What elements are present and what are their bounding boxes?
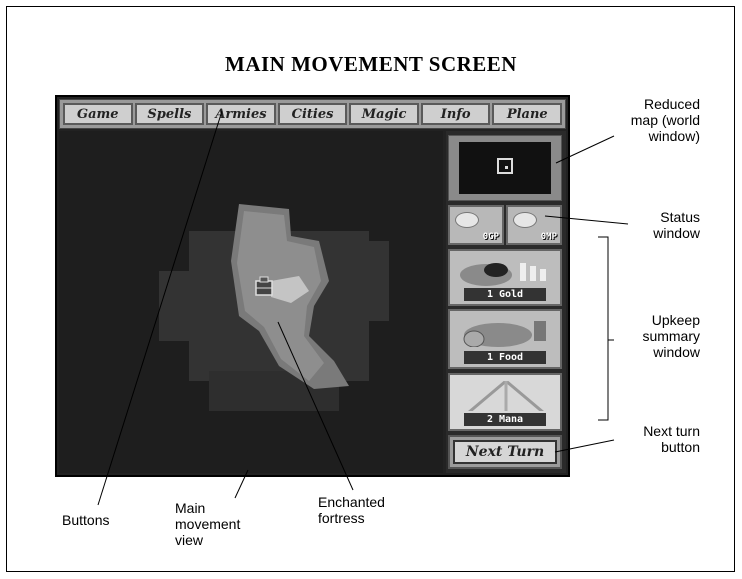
- callout-line: Next turn: [643, 423, 700, 439]
- mana-status-value: 0MP: [540, 232, 557, 242]
- callout-fortress: Enchanted fortress: [318, 494, 418, 526]
- callout-line: fortress: [318, 510, 365, 526]
- menu-button-armies[interactable]: Armies: [206, 103, 276, 125]
- callout-main-view: Main movement view: [175, 500, 275, 548]
- upkeep-mana: 2 Mana: [448, 373, 562, 431]
- menu-button-game[interactable]: Game: [63, 103, 133, 125]
- upkeep-gold-label: 1 Gold: [464, 288, 546, 301]
- upkeep-gold: 1 Gold: [448, 249, 562, 306]
- next-turn-label: Next Turn: [453, 440, 557, 464]
- callout-line: Reduced: [643, 96, 700, 112]
- callout-next-turn: Next turn button: [600, 423, 700, 455]
- callout-line: Main: [175, 500, 206, 516]
- menu-button-magic[interactable]: Magic: [349, 103, 419, 125]
- mana-status: 0MP: [506, 205, 562, 245]
- callout-line: window: [653, 344, 700, 360]
- callout-reduced-map: Reduced map (world window): [600, 96, 700, 144]
- coins-icon: [460, 263, 546, 286]
- upkeep-mana-label: 2 Mana: [464, 413, 546, 426]
- callout-line: Enchanted: [318, 494, 385, 510]
- gold-coins-icon: [455, 212, 479, 228]
- callout-buttons: Buttons: [62, 512, 110, 528]
- main-movement-view[interactable]: [59, 131, 443, 473]
- minimap-dot: [505, 166, 508, 169]
- mana-rays-icon: [468, 381, 544, 411]
- upkeep-food: 1 Food: [448, 309, 562, 369]
- reduced-map-window[interactable]: [448, 135, 562, 201]
- game-screen: Game Spells Armies Cities Magic Info Pla…: [55, 95, 570, 477]
- callout-line: movement: [175, 516, 241, 532]
- minimap-viewport: [459, 142, 551, 194]
- callout-line: Upkeep: [651, 312, 700, 328]
- callout-line: button: [661, 439, 700, 455]
- food-icon: [463, 321, 546, 347]
- menu-button-plane[interactable]: Plane: [492, 103, 563, 125]
- callout-upkeep-window: Upkeep summary window: [600, 312, 700, 360]
- next-turn-button[interactable]: Next Turn: [448, 435, 562, 469]
- callout-line: map (world: [630, 112, 700, 128]
- callout-line: window: [653, 225, 700, 241]
- sidebar-panel: 0GP 0MP 1 Gold 1 Food 2 Mana Next Turn: [446, 131, 566, 473]
- callout-status-window: Status window: [600, 209, 700, 241]
- status-window: 0GP 0MP: [448, 205, 562, 245]
- upkeep-food-label: 1 Food: [464, 351, 546, 364]
- mana-crystals-icon: [513, 212, 537, 228]
- callout-line: window): [648, 128, 700, 144]
- menu-button-info[interactable]: Info: [420, 103, 491, 125]
- menu-button-cities[interactable]: Cities: [277, 103, 348, 125]
- callout-line: view: [175, 532, 204, 548]
- callout-line: summary: [642, 328, 700, 344]
- menu-bar: Game Spells Armies Cities Magic Info Pla…: [59, 99, 566, 129]
- gold-status: 0GP: [448, 205, 504, 245]
- minimap-cursor: [497, 158, 513, 174]
- callout-line: Status: [660, 209, 700, 225]
- gold-status-value: 0GP: [482, 232, 499, 242]
- page-title: MAIN MOVEMENT SCREEN: [225, 52, 517, 76]
- map-terrain: [159, 204, 389, 411]
- menu-button-spells[interactable]: Spells: [134, 103, 205, 125]
